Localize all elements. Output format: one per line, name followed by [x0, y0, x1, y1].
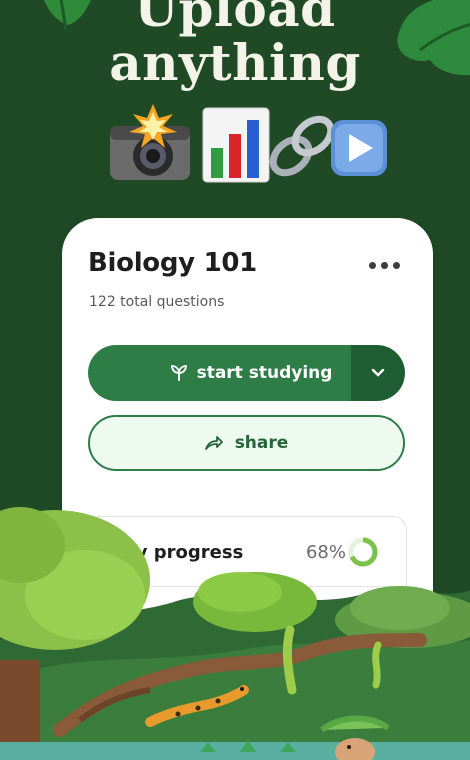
- start-studying-button[interactable]: start studying: [88, 345, 405, 401]
- screen: Upload anything Biology 101 122 total qu…: [0, 0, 470, 760]
- more-options-icon[interactable]: [369, 258, 401, 272]
- headline: Upload anything: [0, 0, 470, 90]
- play-button-icon: [331, 120, 387, 176]
- headline-line-1: Upload: [134, 0, 336, 38]
- upload-types-icons: [110, 104, 387, 183]
- bar-chart-icon: [202, 107, 270, 183]
- start-studying-main[interactable]: start studying: [88, 345, 351, 401]
- link-icon: [269, 115, 335, 177]
- jungle-illustration: [0, 507, 470, 760]
- question-count: 122 total questions: [89, 294, 225, 310]
- camera-flash-icon: [110, 104, 190, 180]
- start-studying-label: start studying: [196, 363, 333, 383]
- share-arrow-icon: [204, 436, 223, 450]
- chevron-down-icon: [371, 368, 385, 377]
- share-label: share: [234, 433, 289, 453]
- share-button[interactable]: share: [88, 415, 405, 471]
- card-title: Biology 101: [88, 248, 257, 278]
- sprout-icon: [170, 365, 187, 381]
- headline-line-2: anything: [109, 33, 361, 92]
- study-options-dropdown[interactable]: [351, 345, 405, 401]
